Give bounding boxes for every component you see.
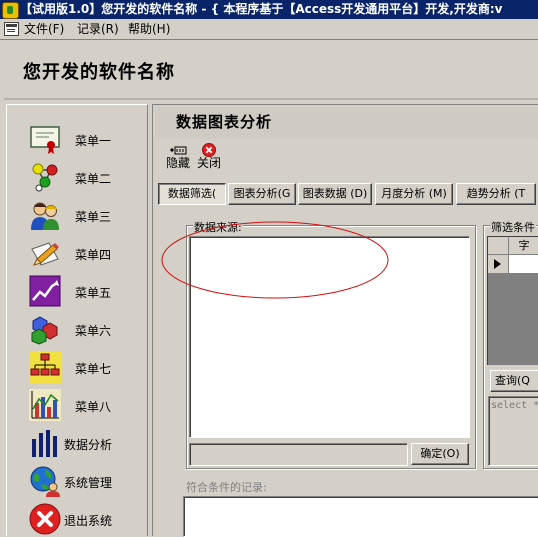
sidebar-item-label: 数据分析 [64, 438, 113, 452]
query-button[interactable]: 查询(Q [490, 370, 538, 392]
sidebar-item-menu5[interactable]: 菜单五 [7, 273, 147, 309]
sidebar-item-menu6[interactable]: 菜单六 [7, 311, 147, 347]
matched-records-label: 符合条件的记录: [186, 481, 267, 494]
exit-icon [29, 503, 61, 535]
confirm-button[interactable]: 确定(O) [411, 443, 469, 465]
close-icon [202, 143, 216, 157]
sidebar-item-menu1[interactable]: 菜单一 [7, 121, 147, 157]
tab-chart-data[interactable]: 图表数据 (D) [298, 183, 372, 205]
filter-grid[interactable]: 字 [487, 236, 538, 365]
sidebar-item-menu7[interactable]: 菜单七 [7, 349, 147, 385]
sidebar-item-label: 菜单七 [75, 362, 112, 376]
tab-monthly-analysis[interactable]: 月度分析 (M) [375, 183, 453, 205]
sidebar-item-system-admin[interactable]: 系统管理 [7, 463, 147, 499]
app-icon [2, 2, 19, 19]
app-name: 您开发的软件名称 [23, 62, 175, 83]
sidebar-item-menu8[interactable]: 菜单八 [7, 387, 147, 423]
window-title: 【试用版1.0】您开发的软件名称 - { 本程序基于【Access开发通用平台】… [20, 2, 503, 16]
menu-record[interactable]: 记录(R) [77, 21, 119, 37]
sidebar-item-label: 菜单五 [75, 286, 112, 300]
sidebar-item-label: 菜单六 [75, 324, 112, 338]
sidebar-item-label: 系统管理 [64, 476, 113, 490]
filter-label: 筛选条件 [490, 219, 536, 235]
red-ellipse-annotation [161, 221, 389, 299]
sidebar-item-menu2[interactable]: 菜单二 [7, 159, 147, 195]
window-title-bar: 【试用版1.0】您开发的软件名称 - { 本程序基于【Access开发通用平台】… [0, 0, 538, 19]
people-icon [31, 202, 59, 230]
globe-user-icon [30, 466, 60, 497]
hide-label: 隐藏 [165, 156, 190, 170]
form-header: 数据图表分析 [155, 107, 538, 139]
grid-corner [488, 237, 509, 255]
sql-text-area[interactable]: select * [488, 396, 538, 466]
sql-text: select * [491, 400, 538, 411]
tab-chart-analysis[interactable]: 图表分析(G [228, 183, 296, 205]
molecule-icon [32, 163, 58, 192]
sidebar-item-label: 菜单二 [75, 172, 112, 186]
sidebar-item-label: 菜单三 [75, 210, 112, 224]
sidebar-item-label: 退出系统 [64, 514, 113, 528]
certificate-icon [30, 126, 60, 154]
grid-column-header[interactable]: 字 [509, 237, 538, 255]
cubes-icon [31, 316, 58, 345]
pencil-icon [31, 242, 59, 266]
sidebar-item-label: 菜单一 [75, 134, 112, 148]
sidebar: 菜单一 菜单二 菜单三 菜单四 菜单五 菜单六 菜单七 菜单八 数据分析 系统管… [6, 104, 148, 536]
sidebar-item-data-analysis[interactable]: 数据分析 [7, 425, 147, 461]
sidebar-item-menu3[interactable]: 菜单三 [7, 197, 147, 233]
hide-icon [170, 146, 187, 155]
bar-chart-icon [29, 389, 61, 421]
sidebar-item-menu4[interactable]: 菜单四 [7, 235, 147, 271]
stats-bars-icon [32, 430, 57, 457]
sidebar-item-label: 菜单四 [75, 248, 112, 262]
close-button[interactable]: 关闭 [194, 143, 224, 171]
grid-row-selector[interactable] [488, 255, 509, 273]
menu-help[interactable]: 帮助(H) [128, 21, 170, 37]
sidebar-item-exit[interactable]: 退出系统 [7, 501, 147, 537]
app-header: 您开发的软件名称 [4, 42, 538, 100]
form-title: 数据图表分析 [176, 113, 273, 131]
data-source-status-field[interactable] [189, 443, 408, 466]
org-chart-icon [29, 351, 61, 383]
system-menu-icon[interactable] [4, 22, 19, 36]
close-label: 关闭 [196, 156, 221, 170]
menu-file[interactable]: 文件(F) [24, 21, 64, 37]
row-pointer-icon [494, 259, 501, 269]
menu-bar: 文件(F) 记录(R) 帮助(H) [0, 19, 538, 40]
trend-chart-icon [29, 275, 61, 307]
tab-trend-analysis[interactable]: 趋势分析 (T [456, 183, 536, 205]
grid-new-row-cell[interactable] [509, 255, 538, 273]
hide-button[interactable]: 隐藏 [163, 143, 193, 171]
tab-data-filter[interactable]: 数据筛选( [158, 183, 226, 205]
matched-records-list[interactable] [183, 496, 538, 537]
sidebar-item-label: 菜单八 [75, 400, 112, 414]
